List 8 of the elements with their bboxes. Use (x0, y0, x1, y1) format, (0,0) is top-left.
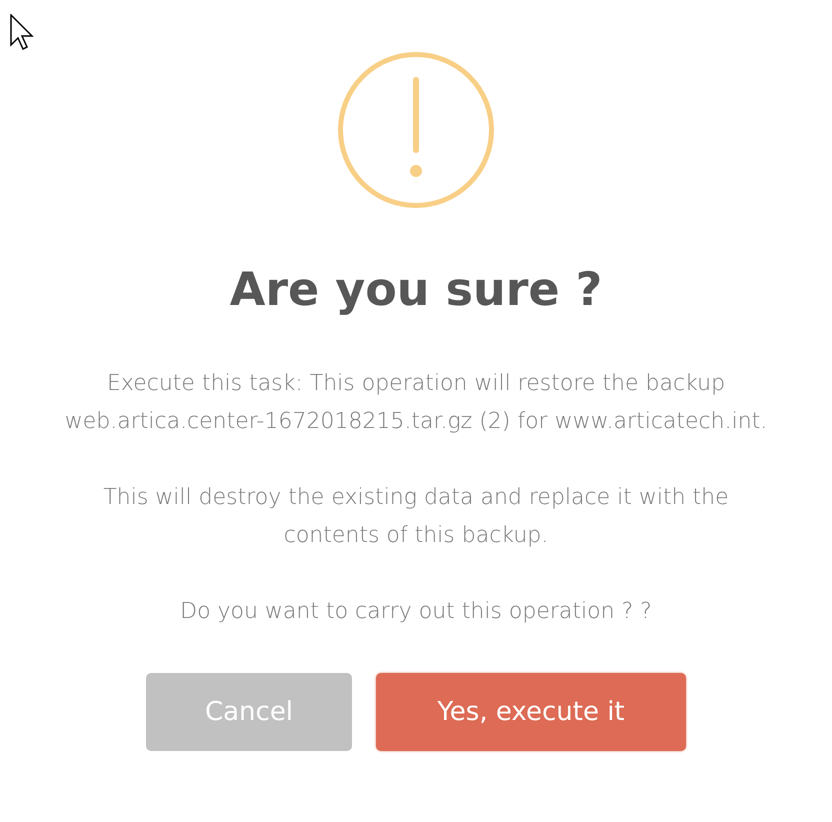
confirm-button[interactable]: Yes, execute it (376, 673, 686, 752)
dialog-title: Are you sure ? (230, 262, 602, 318)
message-text: This will destroy the existing data and replace it with the contents of this backup. (102, 484, 730, 550)
warning-icon (338, 52, 494, 208)
message-text: Execute this task: This operation will restore the backup web.artica.center-1672018215.tar.gz (2) for www.articatech.int. (64, 370, 768, 436)
cursor-icon (10, 14, 36, 50)
message-text: Do you want to carry out this operation ? ? (179, 598, 653, 626)
cancel-button[interactable]: Cancel (146, 673, 352, 752)
